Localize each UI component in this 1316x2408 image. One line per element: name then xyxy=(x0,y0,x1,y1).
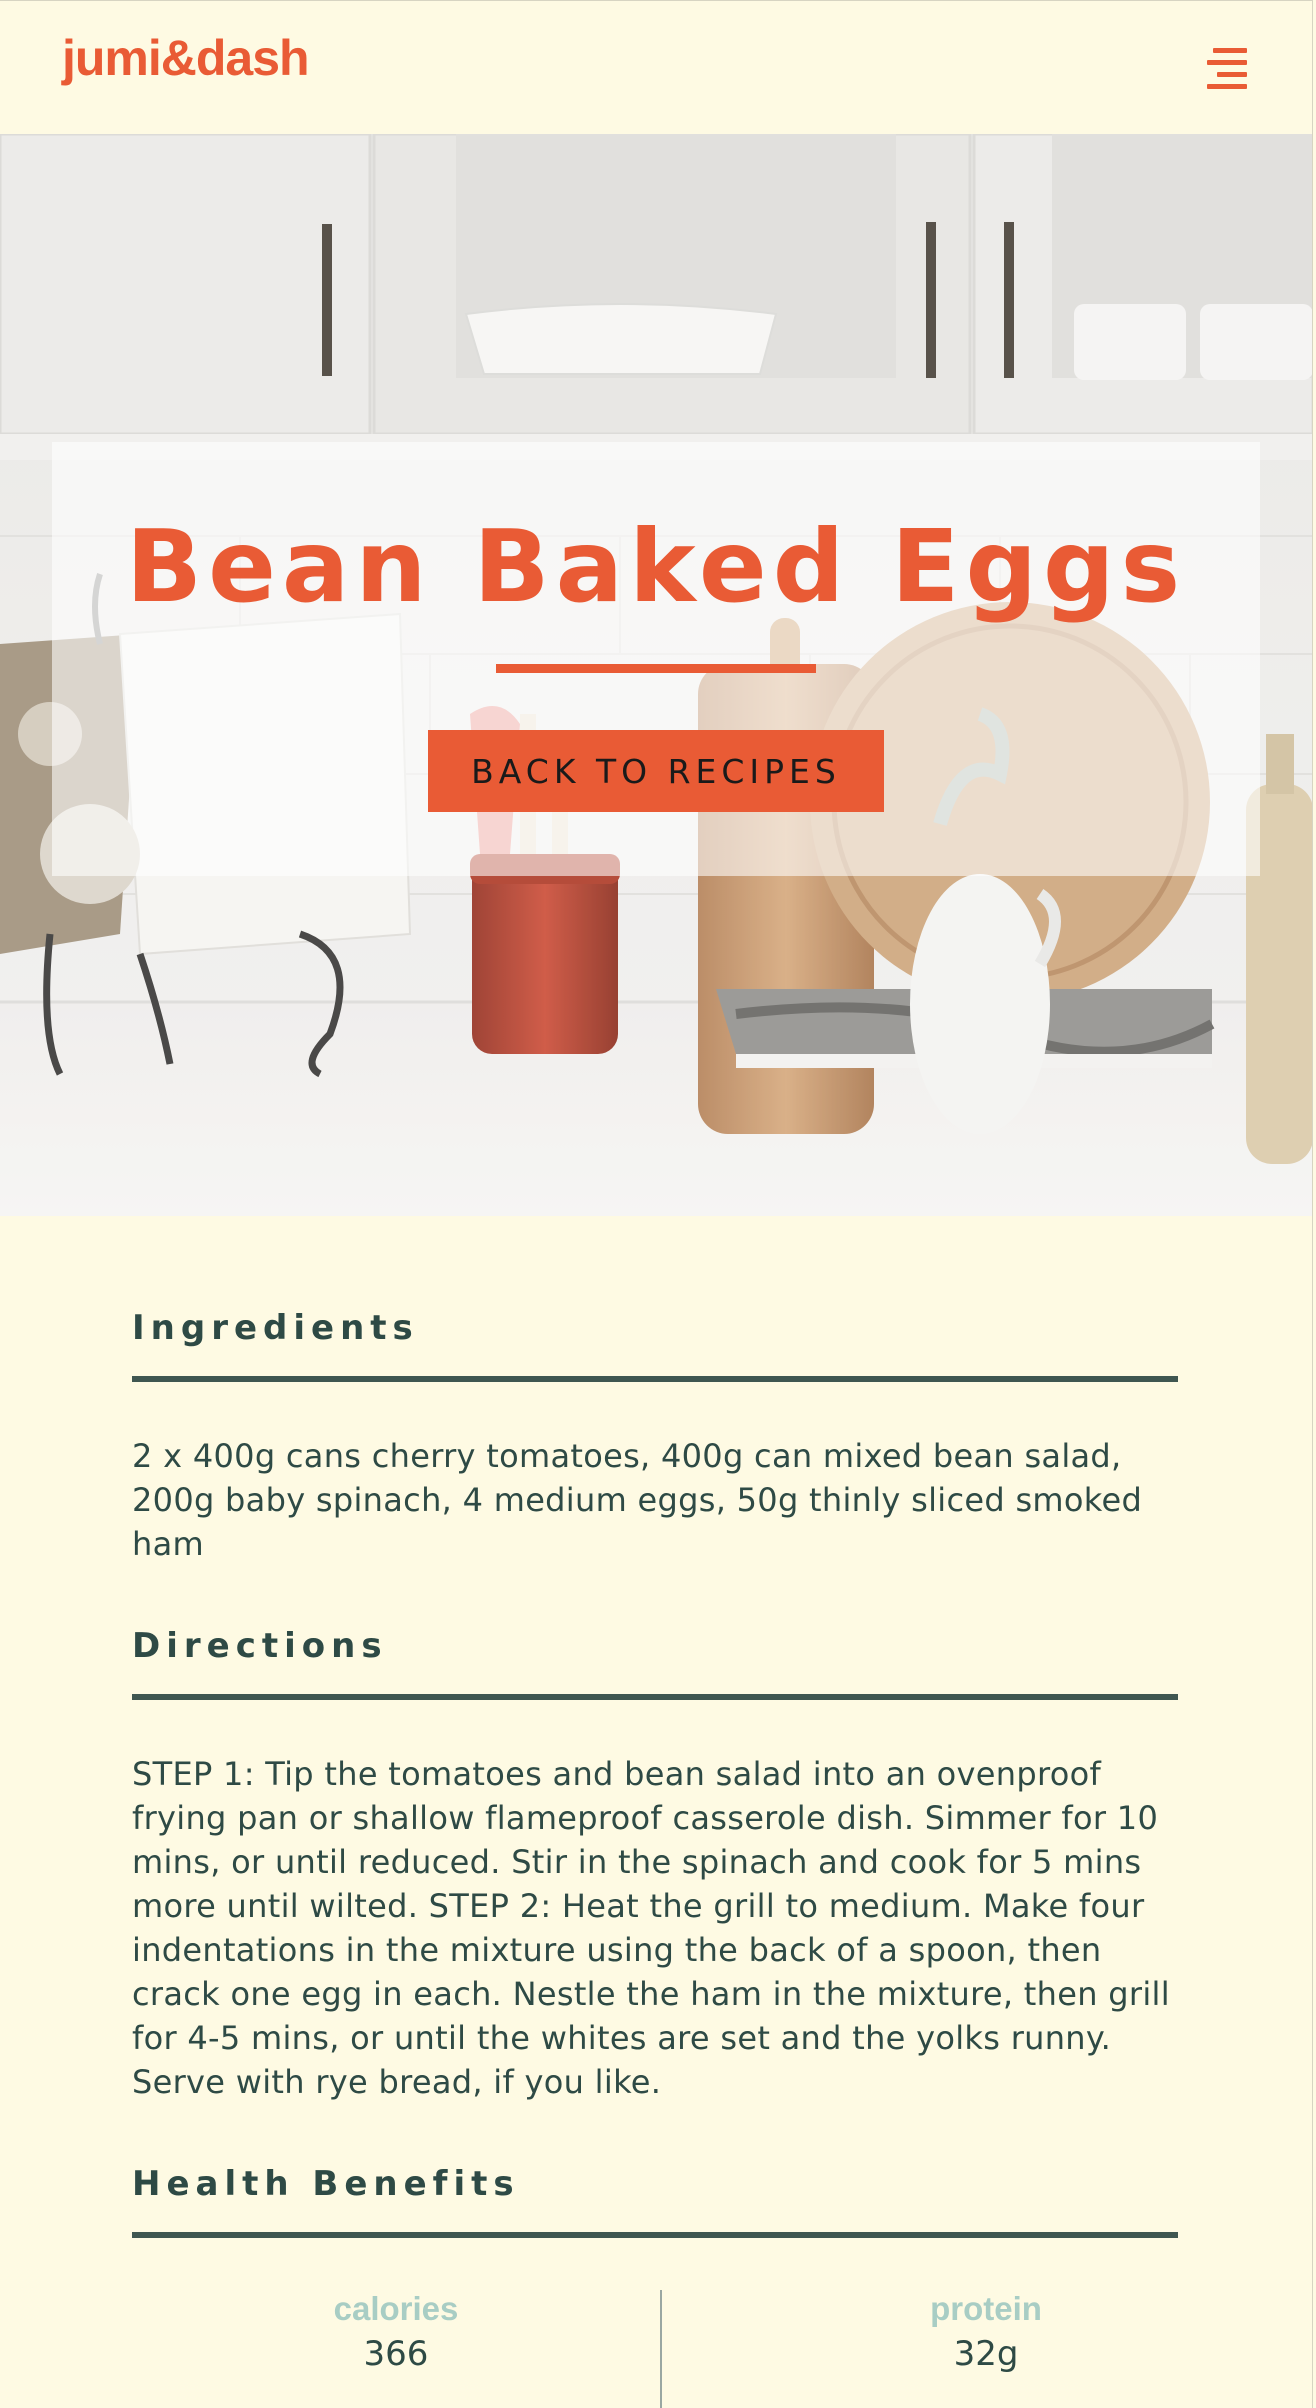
directions-heading: Directions xyxy=(132,1626,388,1666)
site-header: jumi&dash xyxy=(0,0,1312,134)
ingredients-divider xyxy=(132,1376,1178,1382)
back-to-recipes-button[interactable]: BACK TO RECIPES xyxy=(428,730,884,812)
protein-label: protein xyxy=(930,2290,1042,2327)
calories-value: 366 xyxy=(363,2334,429,2374)
hero-title-panel: Bean Baked Eggs BACK TO RECIPES xyxy=(52,442,1260,876)
stats-divider xyxy=(660,2290,662,2408)
nutrition-stats: calories 366 protein 32g xyxy=(132,2290,1178,2408)
protein-stat: protein 32g xyxy=(786,2290,1186,2374)
health-benefits-heading: Health Benefits xyxy=(132,2164,520,2204)
directions-text: STEP 1: Tip the tomatoes and bean salad … xyxy=(132,1755,1170,2101)
calories-stat: calories 366 xyxy=(196,2290,596,2374)
hamburger-menu-icon[interactable] xyxy=(1203,45,1251,93)
protein-value: 32g xyxy=(953,2334,1019,2374)
title-underline xyxy=(496,664,816,673)
hero-banner: Bean Baked Eggs BACK TO RECIPES xyxy=(0,134,1312,1216)
health-benefits-divider xyxy=(132,2232,1178,2238)
page-title: Bean Baked Eggs xyxy=(125,508,1187,625)
calories-label: calories xyxy=(333,2290,459,2327)
logo[interactable]: jumi&dash xyxy=(62,29,310,87)
page: jumi&dash Bean Baked Eggs BACK TO RECIPE… xyxy=(0,0,1313,2408)
ingredients-text: 2 x 400g cans cherry tomatoes, 400g can … xyxy=(132,1437,1143,1563)
ingredients-heading: Ingredients xyxy=(132,1308,419,1348)
directions-divider xyxy=(132,1694,1178,1700)
